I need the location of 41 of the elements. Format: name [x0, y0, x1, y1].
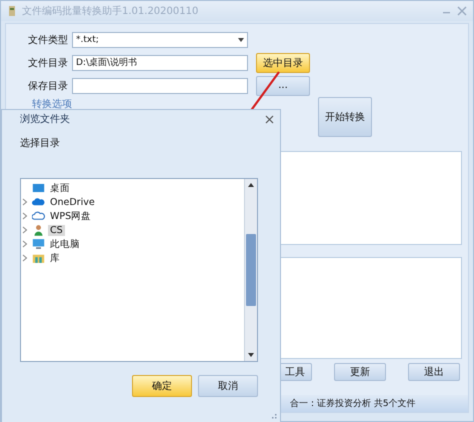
file-type-dropdown[interactable]: *.txt;	[72, 32, 248, 48]
chevron-icon[interactable]	[21, 198, 29, 206]
dialog-title: 浏览文件夹	[20, 112, 71, 126]
resize-grip-icon[interactable]	[269, 411, 277, 419]
status-text: 合一：证券投资分析 共5个文件	[290, 398, 416, 410]
tree-item[interactable]: WPS网盘	[48, 210, 94, 222]
tree-item[interactable]: OneDrive	[48, 196, 97, 208]
cancel-button[interactable]: 取消	[198, 375, 258, 397]
prompt-text: 选择目录	[20, 138, 60, 149]
cloud-icon	[32, 196, 45, 208]
browse-button[interactable]: 选中目录	[256, 52, 310, 72]
tree-item[interactable]: 桌面	[48, 182, 72, 194]
chevron-icon[interactable]	[21, 226, 29, 234]
field-label: 文件类型	[28, 34, 68, 46]
chevron-icon[interactable]	[21, 212, 29, 220]
chevron-icon[interactable]	[21, 240, 29, 248]
scrollbar[interactable]	[244, 179, 257, 361]
path-field[interactable]: D:\桌面\说明书	[72, 54, 248, 70]
app-icon	[7, 5, 17, 17]
start-button[interactable]: 开始转换	[318, 97, 372, 137]
browse-button[interactable]: ...	[256, 76, 310, 96]
scroll-thumb[interactable]	[246, 234, 256, 306]
computer-icon	[32, 238, 45, 250]
field-label: 文件目录	[28, 56, 68, 70]
cloud-icon	[32, 210, 45, 222]
ok-button[interactable]: 确定	[132, 375, 192, 397]
window-title: 文件编码批量转换助手1.01.20200110	[22, 4, 200, 18]
toolbar-button[interactable]: 更新	[334, 363, 386, 381]
group-title: 转换选项	[32, 98, 72, 111]
toolbar-button[interactable]: 退出	[408, 363, 460, 381]
path-field[interactable]	[72, 78, 248, 94]
field-label: 保存目录	[28, 80, 68, 92]
caret-icon	[238, 38, 244, 42]
desktop-icon	[32, 182, 45, 194]
user-icon	[32, 224, 45, 236]
tree-item[interactable]: 此电脑	[48, 238, 82, 250]
folder-icon	[32, 252, 45, 264]
tree-item[interactable]: CS	[48, 224, 65, 236]
tree-item[interactable]: 库	[48, 252, 62, 264]
close-icon[interactable]	[265, 114, 274, 124]
chevron-icon[interactable]	[21, 254, 29, 262]
